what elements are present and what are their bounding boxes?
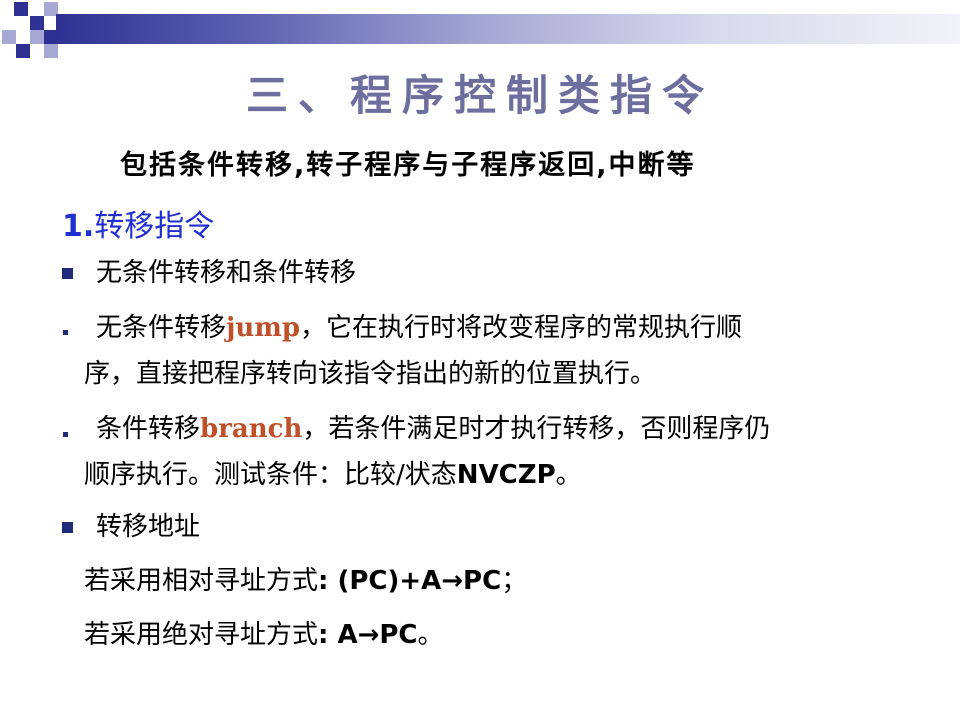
- square-bullet-icon: [62, 522, 73, 533]
- bullet-item-jump-line2: 序，直接把程序转向该指令指出的新的位置执行。: [84, 350, 656, 398]
- decor-square: [30, 16, 44, 30]
- absolute-label: 若采用绝对寻址方式: [84, 620, 319, 650]
- branch-text-after: ，若条件满足时才执行转移，否则程序仍: [302, 414, 771, 444]
- jump-text-line2: 序，直接把程序转向该指令指出的新的位置执行。: [84, 359, 657, 389]
- branch-text-line2: 顺序执行。测试条件：比较/状态: [84, 460, 457, 490]
- decor-square: [16, 44, 30, 58]
- slide-subtitle: 包括条件转移,转子程序与子程序返回,中断等: [120, 150, 696, 181]
- bullet-text: 转移地址: [96, 512, 201, 542]
- bullet-item-branch-line2: 顺序执行。测试条件：比较/状态NVCZP。: [84, 451, 582, 499]
- relative-addressing-line: 若采用相对寻址方式: (PC)+A→PC；: [84, 557, 527, 605]
- section-number: 1.: [62, 209, 95, 244]
- relative-label: 若采用相对寻址方式: [84, 566, 319, 596]
- branch-flags: NVCZP: [456, 460, 556, 490]
- absolute-end: 。: [417, 620, 444, 650]
- bullet-item-transfer-types: 无条件转移和条件转移: [96, 249, 356, 297]
- jump-text-after: ，它在执行时将改变程序的常规执行顺: [300, 313, 743, 343]
- square-bullet-icon: [62, 268, 73, 279]
- section-heading: 1.转移指令: [62, 201, 214, 245]
- dot-bullet-icon: [63, 330, 68, 335]
- relative-formula: : (PC)+A→PC: [318, 566, 502, 596]
- branch-keyword: branch: [200, 414, 303, 444]
- decor-square: [14, 2, 28, 16]
- section-label: 转移指令: [94, 209, 215, 244]
- dot-bullet-icon: [63, 432, 68, 437]
- decor-square: [30, 30, 44, 44]
- jump-keyword: jump: [226, 313, 301, 343]
- header-gradient-bar: [56, 14, 960, 44]
- decor-square: [44, 30, 56, 44]
- slide-title: 三、程序控制类指令: [245, 71, 714, 120]
- branch-line2-end: 。: [555, 460, 582, 490]
- bullet-item-transfer-address: 转移地址: [96, 503, 200, 551]
- decor-square: [44, 44, 58, 58]
- absolute-formula: : A→PC: [318, 620, 418, 650]
- bullet-text: 无条件转移和条件转移: [96, 258, 357, 288]
- bullet-item-jump-line1: 无条件转移jump，它在执行时将改变程序的常规执行顺: [96, 304, 742, 352]
- decor-square: [2, 30, 16, 44]
- jump-text-before: 无条件转移: [96, 313, 227, 343]
- bullet-item-branch-line1: 条件转移branch，若条件满足时才执行转移，否则程序仍: [96, 405, 770, 453]
- relative-end: ；: [501, 566, 528, 596]
- absolute-addressing-line: 若采用绝对寻址方式: A→PC。: [84, 611, 444, 659]
- branch-text-before: 条件转移: [96, 414, 201, 444]
